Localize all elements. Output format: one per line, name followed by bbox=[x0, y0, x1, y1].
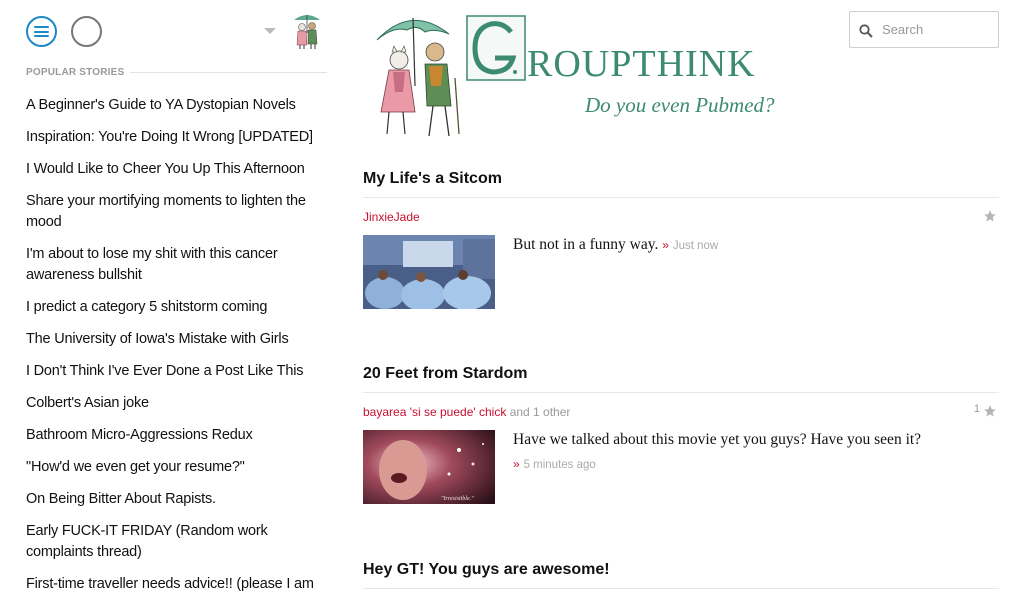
popular-stories-heading: POPULAR STORIES bbox=[26, 67, 327, 78]
story-link[interactable]: I predict a category 5 shitstorm coming bbox=[26, 297, 326, 318]
sidebar: POPULAR STORIES A Beginner's Guide to YA… bbox=[0, 0, 345, 602]
star-icon[interactable] bbox=[983, 404, 997, 418]
section-label: POPULAR STORIES bbox=[26, 67, 125, 78]
post-thumbnail[interactable]: "Irresistible." bbox=[363, 430, 495, 504]
post-title[interactable]: My Life's a Sitcom bbox=[363, 170, 999, 198]
post-thumbnail[interactable] bbox=[363, 235, 495, 309]
story-link[interactable]: Bathroom Micro-Aggressions Redux bbox=[26, 425, 326, 446]
main-content: ROUPTHINK Do you even Pubmed? My Life's … bbox=[363, 0, 999, 602]
post-title[interactable]: 20 Feet from Stardom bbox=[363, 365, 999, 393]
thumbnail-caption: "Irresistible." bbox=[441, 496, 474, 502]
story-link[interactable]: "How'd we even get your resume?" bbox=[26, 457, 326, 478]
story-link[interactable]: Colbert's Asian joke bbox=[26, 393, 326, 414]
post-card: Hey GT! You guys are awesome! bbox=[363, 561, 999, 589]
chevron-down-icon[interactable] bbox=[264, 28, 276, 34]
read-more-arrow[interactable]: » bbox=[513, 457, 520, 471]
story-link[interactable]: A Beginner's Guide to YA Dystopian Novel… bbox=[26, 95, 326, 116]
post-card: My Life's a Sitcom JinxieJade But not in… bbox=[363, 170, 999, 309]
post-coauthors: and 1 other bbox=[509, 405, 571, 419]
post-meta: JinxieJade bbox=[363, 210, 999, 226]
hamburger-icon bbox=[34, 26, 49, 37]
story-link[interactable]: First-time traveller needs advice!! (ple… bbox=[26, 574, 326, 595]
banner-tagline: Do you even Pubmed? bbox=[584, 93, 775, 117]
story-link[interactable]: On Being Bitter About Rapists. bbox=[26, 489, 326, 510]
post-title[interactable]: Hey GT! You guys are awesome! bbox=[363, 561, 999, 589]
site-banner-logo[interactable]: ROUPTHINK Do you even Pubmed? bbox=[363, 8, 783, 148]
menu-button[interactable] bbox=[26, 16, 57, 47]
avatar[interactable] bbox=[290, 11, 324, 50]
post-meta: bayarea 'si se puede' chick and 1 other … bbox=[363, 403, 999, 421]
star-control[interactable]: 1 bbox=[973, 403, 997, 418]
divider bbox=[130, 72, 327, 73]
notifications-ring-button[interactable] bbox=[71, 16, 102, 47]
story-link[interactable]: Share your mortifying moments to lighten… bbox=[26, 191, 326, 233]
read-more-arrow[interactable]: » bbox=[662, 238, 669, 252]
story-link[interactable]: Inspiration: You're Doing It Wrong [UPDA… bbox=[26, 127, 326, 148]
banner-title: ROUPTHINK bbox=[527, 43, 756, 85]
post-body: But not in a funny way. » Just now bbox=[363, 235, 999, 309]
post-excerpt: But not in a funny way. » Just now bbox=[513, 235, 718, 309]
post-timestamp[interactable]: Just now bbox=[673, 240, 718, 252]
post-author[interactable]: JinxieJade bbox=[363, 210, 420, 224]
search-box[interactable] bbox=[849, 11, 999, 48]
star-count: 1 bbox=[973, 403, 980, 415]
post-excerpt-text: But not in a funny way. bbox=[513, 236, 659, 253]
star-control[interactable] bbox=[983, 209, 997, 223]
story-link[interactable]: I Don't Think I've Ever Done a Post Like… bbox=[26, 361, 326, 382]
story-link[interactable]: I Would Like to Cheer You Up This Aftern… bbox=[26, 159, 326, 180]
story-link[interactable]: The University of Iowa's Mistake with Gi… bbox=[26, 329, 326, 350]
star-icon[interactable] bbox=[983, 209, 997, 223]
post-card: 20 Feet from Stardom bayarea 'si se pued… bbox=[363, 365, 999, 504]
post-author[interactable]: bayarea 'si se puede' chick bbox=[363, 405, 506, 419]
post-timestamp[interactable]: 5 minutes ago bbox=[524, 459, 596, 471]
story-link[interactable]: I'm about to lose my shit with this canc… bbox=[26, 244, 326, 286]
search-input[interactable] bbox=[882, 22, 992, 37]
post-excerpt-text: Have we talked about this movie yet you … bbox=[513, 431, 922, 448]
story-link[interactable]: Early FUCK-IT FRIDAY (Random work compla… bbox=[26, 521, 326, 563]
post-body: "Irresistible." Have we talked about thi… bbox=[363, 430, 999, 504]
search-icon bbox=[859, 23, 873, 38]
post-excerpt: Have we talked about this movie yet you … bbox=[513, 430, 921, 504]
popular-stories-list: A Beginner's Guide to YA Dystopian Novel… bbox=[26, 95, 326, 602]
